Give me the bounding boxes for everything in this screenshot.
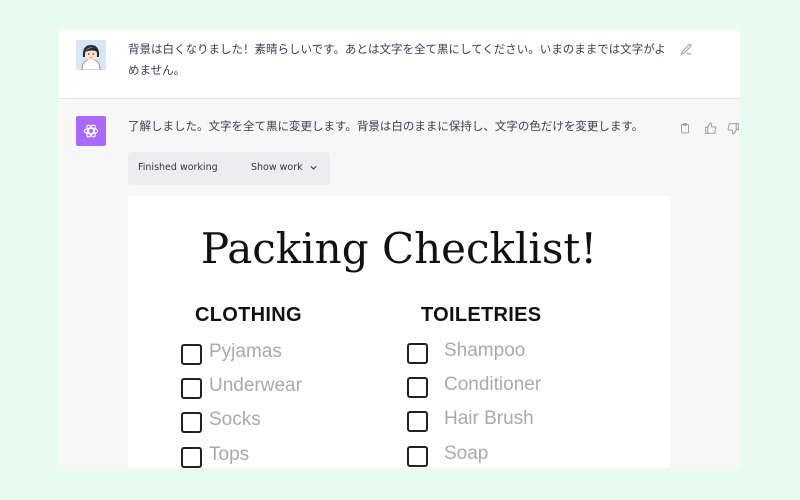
item-label: Hair Brush [444,408,534,429]
checkbox [181,378,202,399]
checklist-item: Hair Brush [407,408,627,433]
checkbox [181,344,202,365]
checkbox [407,377,428,398]
checklist-item: Shampoo [407,340,627,365]
item-label: Tops [209,444,250,465]
thumbs-down-icon[interactable] [726,121,740,135]
checklist-item: Underwear [181,375,381,400]
checklist-title: Packing Checklist! [200,224,598,273]
chat-thread: 背景は白くなりました！素晴らしいです。あとは文字を全て黒にしてください。いまのま… [58,30,740,468]
show-work-button[interactable]: Show work [251,162,318,173]
work-status-box: Finished working Show work [128,152,330,185]
show-work-label: Show work [251,162,303,173]
thumbs-up-icon[interactable] [703,121,717,135]
user-avatar [76,40,106,70]
assistant-message-text: 了解しました。文字を全て黒に変更します。背景は白のままに保持し、文字の色だけを変… [128,119,644,133]
toiletries-heading: TOILETRIES [421,304,542,326]
checkbox [407,411,428,432]
checklist-item: Soap [407,443,627,468]
user-message-text: 背景は白くなりました！素晴らしいです。あとは文字を全て黒にしてください。いまのま… [128,42,666,77]
checklist-item: Socks [181,409,381,434]
work-status-text: Finished working [138,162,218,173]
assistant-message-row: 了解しました。文字を全て黒に変更します。背景は白のままに保持し、文字の色だけを変… [58,99,740,468]
chevron-down-icon [310,165,317,170]
checkbox [181,447,202,468]
checkbox [181,412,202,433]
checklist-item: Conditioner [407,374,627,399]
checklist-image: Packing Checklist! CLOTHING TOILETRIES P… [128,196,670,468]
openai-logo-icon [76,116,106,146]
item-label: Conditioner [444,374,542,395]
clothing-heading: CLOTHING [195,304,302,326]
checklist-item: Tops [181,444,381,468]
item-label: Shampoo [444,340,526,361]
checkbox [407,343,428,364]
user-message-row: 背景は白くなりました！素晴らしいです。あとは文字を全て黒にしてください。いまのま… [58,30,740,99]
item-label: Socks [209,409,261,430]
checkbox [407,446,428,467]
clipboard-icon[interactable] [678,121,692,135]
checklist-item: Pyjamas [181,341,381,366]
item-label: Soap [444,443,489,464]
edit-icon[interactable] [679,42,693,56]
item-label: Underwear [209,375,302,396]
item-label: Pyjamas [209,341,282,362]
